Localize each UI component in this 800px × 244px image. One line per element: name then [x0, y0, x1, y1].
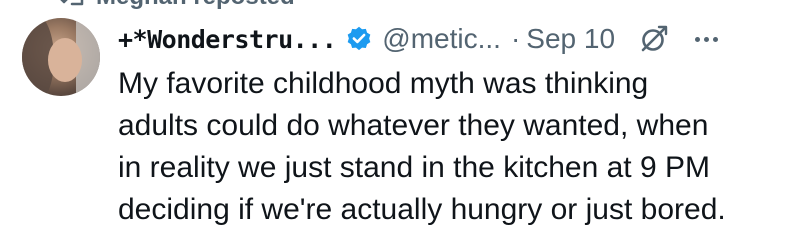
author-display-name[interactable]: +*Wonderstru...	[118, 25, 337, 54]
tweet-text-line: adults could do whatever they wanted, wh…	[118, 109, 709, 142]
author-handle[interactable]: @metic...	[382, 23, 501, 55]
tweet-text-line: deciding if we're actually hungry or jus…	[118, 193, 726, 226]
verified-badge-icon[interactable]	[345, 25, 373, 53]
more-options-icon[interactable]	[695, 36, 719, 42]
tweet-header: +*Wonderstru... @metic... · Sep 10	[118, 18, 719, 60]
tweet-timestamp[interactable]: Sep 10	[526, 23, 615, 55]
repost-icon	[60, 0, 86, 8]
tweet-text-line: in reality we just stand in the kitchen …	[118, 151, 710, 184]
repost-indicator: Meghan reposted	[60, 0, 295, 11]
separator-dot: ·	[510, 23, 521, 54]
avatar[interactable]	[22, 18, 100, 96]
repost-text[interactable]: Meghan reposted	[96, 0, 295, 11]
grok-icon[interactable]	[639, 24, 669, 54]
tweet-text-line: My favorite childhood myth was thinking	[118, 67, 649, 100]
tweet-text: My favorite childhood myth was thinking …	[118, 63, 788, 231]
